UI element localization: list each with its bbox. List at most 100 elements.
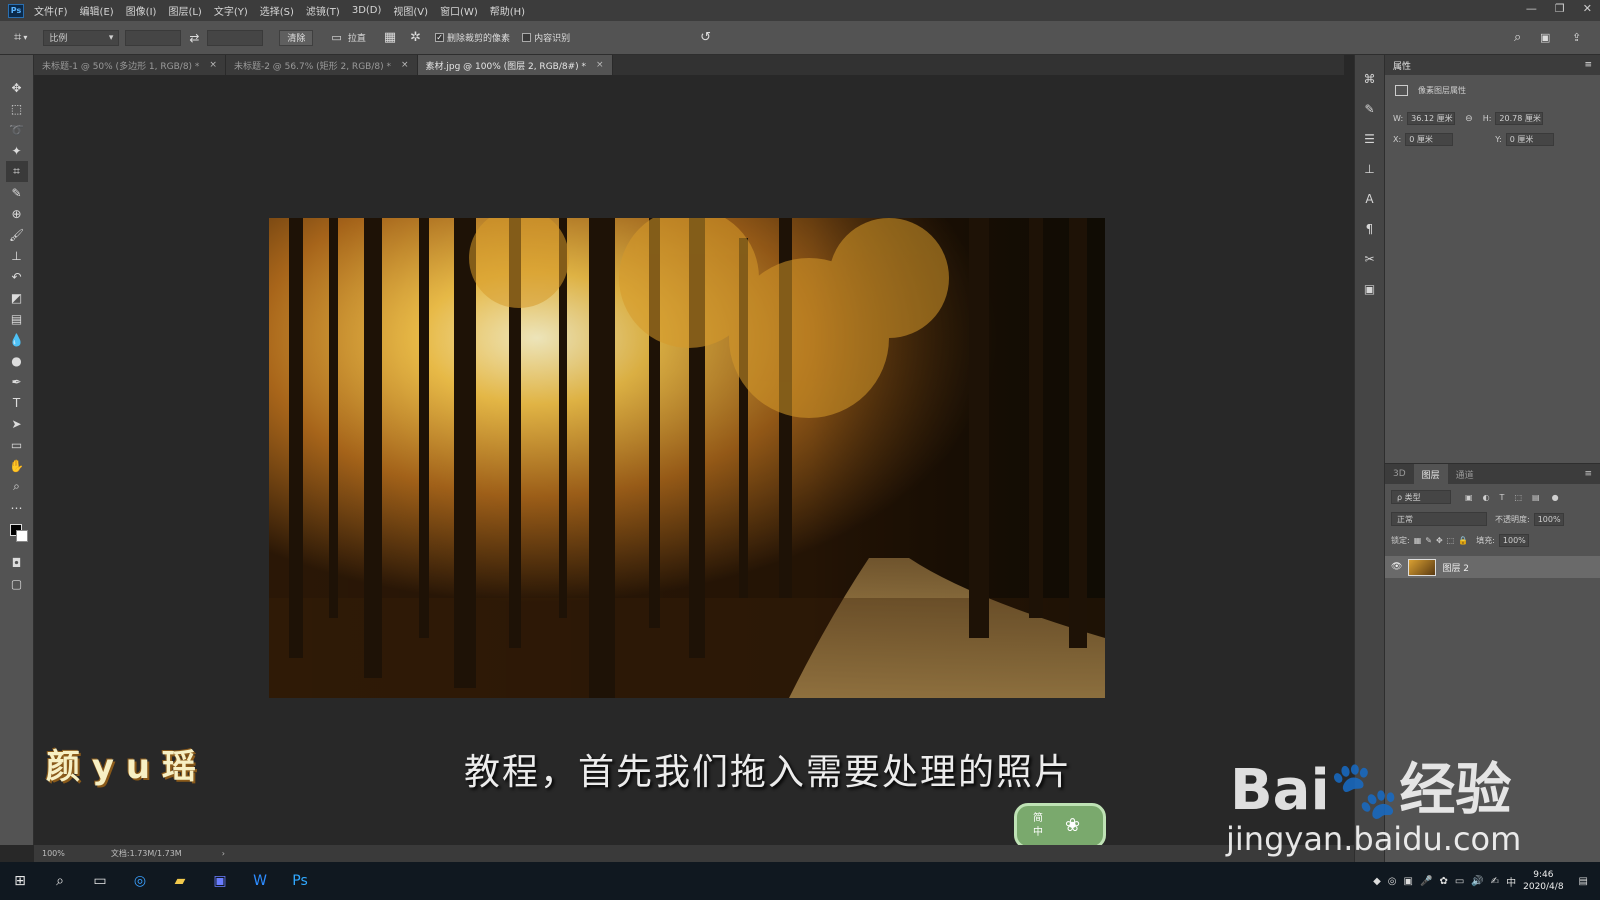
close-button[interactable]: ✕ xyxy=(1583,2,1592,15)
menu-edit[interactable]: 编辑(E) xyxy=(80,3,114,18)
tab-channels[interactable]: 通道 xyxy=(1448,464,1482,484)
fill-field[interactable]: 100% xyxy=(1498,534,1529,547)
panel-menu-icon[interactable]: ≡ xyxy=(1584,469,1592,479)
menu-view[interactable]: 视图(V) xyxy=(393,3,428,18)
lasso-tool-icon[interactable]: ➰ xyxy=(6,119,28,140)
lock-transparency-icon[interactable]: ▦ xyxy=(1414,536,1422,545)
straighten-label[interactable]: 拉直 xyxy=(348,31,366,44)
gradient-tool-icon[interactable]: ▤ xyxy=(6,308,28,329)
content-aware-checkbox[interactable]: 内容识别 xyxy=(522,31,570,44)
properties-title[interactable]: 属性 xyxy=(1393,59,1411,72)
tab-document-3[interactable]: 素材.jpg @ 100% (图层 2, RGB/8#) * × xyxy=(417,55,613,75)
x-field[interactable]: 0 厘米 xyxy=(1405,133,1454,146)
menu-layer[interactable]: 图层(L) xyxy=(168,3,201,18)
network-icon[interactable]: ▭ xyxy=(1455,876,1464,887)
windows-start-icon[interactable]: ⊞ xyxy=(0,862,40,900)
filter-type-icon[interactable]: T xyxy=(1500,493,1505,502)
eraser-tool-icon[interactable]: ◩ xyxy=(6,287,28,308)
word-icon[interactable]: W xyxy=(240,862,280,900)
menu-help[interactable]: 帮助(H) xyxy=(490,3,525,18)
tab-document-2[interactable]: 未标题-2 @ 56.7% (矩形 2, RGB/8) * × xyxy=(225,55,418,75)
eyedropper-tool-icon[interactable]: ✎ xyxy=(6,182,28,203)
crop-tool-icon[interactable]: ⌗ xyxy=(14,30,21,45)
lock-pixels-icon[interactable]: ✎ xyxy=(1425,536,1432,545)
magic-wand-tool-icon[interactable]: ✦ xyxy=(6,140,28,161)
menu-3d[interactable]: 3D(D) xyxy=(352,5,382,16)
lock-artboard-icon[interactable]: ⬚ xyxy=(1447,536,1455,545)
tab-layers[interactable]: 图层 xyxy=(1413,464,1448,484)
close-icon[interactable]: × xyxy=(596,60,604,70)
width-field[interactable]: 36.12 厘米 xyxy=(1407,112,1456,125)
zoom-tool-icon[interactable]: ⌕ xyxy=(6,476,28,497)
ratio-width-input[interactable] xyxy=(125,29,182,46)
menu-filter[interactable]: 滤镜(T) xyxy=(306,3,340,18)
tools-icon[interactable]: ✂ xyxy=(1360,249,1380,269)
chevron-down-icon[interactable]: ▾ xyxy=(23,33,27,42)
ime-floating-widget[interactable]: 简 中 ❀ xyxy=(1014,803,1106,845)
rectangle-tool-icon[interactable]: ▭ xyxy=(6,434,28,455)
quick-mask-icon[interactable]: ◘ xyxy=(6,552,28,573)
menu-select[interactable]: 选择(S) xyxy=(260,3,294,18)
zoom-level[interactable]: 100% xyxy=(42,849,65,858)
tray-app-icon[interactable]: ◎ xyxy=(1388,876,1397,887)
panel-menu-icon[interactable]: ≡ xyxy=(1584,60,1592,70)
pen-tool-icon[interactable]: ✒ xyxy=(6,371,28,392)
clear-button[interactable]: 清除 xyxy=(279,29,314,46)
character-icon[interactable]: A xyxy=(1360,189,1380,209)
clock[interactable]: 9:46 2020/4/8 xyxy=(1523,869,1563,893)
filter-toggle-icon[interactable]: ● xyxy=(1552,493,1559,502)
layer-name[interactable]: 图层 2 xyxy=(1442,561,1469,574)
color-swatches[interactable] xyxy=(6,518,28,552)
clone-stamp-tool-icon[interactable]: ⊥ xyxy=(6,245,28,266)
brush-settings-icon[interactable]: ✎ xyxy=(1360,99,1380,119)
filter-shape-icon[interactable]: ⬚ xyxy=(1514,493,1522,502)
layer-filter-select[interactable]: ρ 类型 xyxy=(1391,490,1451,504)
menu-window[interactable]: 窗口(W) xyxy=(440,3,478,18)
canvas-area[interactable]: 颜 y u 瑶 教程，首先我们拖入需要处理的照片 简 中 ❀ xyxy=(34,75,1354,845)
crop-tool-icon[interactable]: ⌗ xyxy=(5,161,28,182)
opacity-field[interactable]: 100% xyxy=(1533,512,1564,526)
move-tool-icon[interactable]: ✥ xyxy=(6,77,28,98)
menu-image[interactable]: 图像(I) xyxy=(126,3,157,18)
libraries-icon[interactable]: ▣ xyxy=(1360,279,1380,299)
hand-tool-icon[interactable]: ✋ xyxy=(6,455,28,476)
more-tools-icon[interactable]: ⋯ xyxy=(6,497,28,518)
filter-pixel-icon[interactable]: ▣ xyxy=(1465,493,1473,502)
restore-button[interactable]: ❐ xyxy=(1555,2,1565,15)
clone-source-icon[interactable]: ⊥ xyxy=(1360,159,1380,179)
filter-adjustment-icon[interactable]: ◐ xyxy=(1483,493,1490,502)
brush-tool-icon[interactable]: 🖌 xyxy=(6,224,28,245)
swap-icon[interactable]: ⇄ xyxy=(189,31,199,45)
share-icon[interactable]: ⇪ xyxy=(1572,31,1581,44)
workspace-icon[interactable]: ▣ xyxy=(1540,31,1550,44)
layer-row[interactable]: 👁 图层 2 xyxy=(1385,556,1600,578)
search-icon[interactable]: ⌕ xyxy=(40,862,80,900)
photoshop-taskbar-icon[interactable]: Ps xyxy=(280,862,320,900)
tab-3d[interactable]: 3D xyxy=(1385,464,1414,484)
history-icon[interactable]: ⌘ xyxy=(1360,69,1380,89)
file-explorer-icon[interactable]: ▰ xyxy=(160,862,200,900)
menu-file[interactable]: 文件(F) xyxy=(34,3,68,18)
delete-cropped-checkbox[interactable]: ✓ 删除裁剪的像素 xyxy=(435,31,510,44)
overlay-grid-icon[interactable]: ▦ xyxy=(384,30,396,45)
close-icon[interactable]: × xyxy=(401,60,409,70)
notification-icon[interactable]: ▤ xyxy=(1579,876,1588,887)
gear-icon[interactable]: ✲ xyxy=(410,30,421,45)
app-icon[interactable]: ▣ xyxy=(200,862,240,900)
menu-type[interactable]: 文字(Y) xyxy=(214,3,248,18)
dodge-tool-icon[interactable]: ● xyxy=(6,350,28,371)
height-field[interactable]: 20.78 厘米 xyxy=(1495,112,1544,125)
history-brush-tool-icon[interactable]: ↶ xyxy=(6,266,28,287)
blend-mode-select[interactable]: 正常 xyxy=(1391,512,1487,526)
path-selection-tool-icon[interactable]: ➤ xyxy=(6,413,28,434)
pen-icon[interactable]: ✍ xyxy=(1491,876,1499,887)
ime-indicator[interactable]: 中 xyxy=(1506,874,1516,889)
ratio-height-input[interactable] xyxy=(207,29,264,46)
screen-mode-icon[interactable]: ▢ xyxy=(6,573,28,594)
minimize-button[interactable]: — xyxy=(1526,2,1537,15)
chevron-right-icon[interactable]: › xyxy=(222,849,225,858)
reset-icon[interactable]: ↺ xyxy=(700,30,711,45)
microphone-icon[interactable]: 🎤 xyxy=(1420,876,1432,887)
y-field[interactable]: 0 厘米 xyxy=(1505,133,1554,146)
type-tool-icon[interactable]: T xyxy=(6,392,28,413)
